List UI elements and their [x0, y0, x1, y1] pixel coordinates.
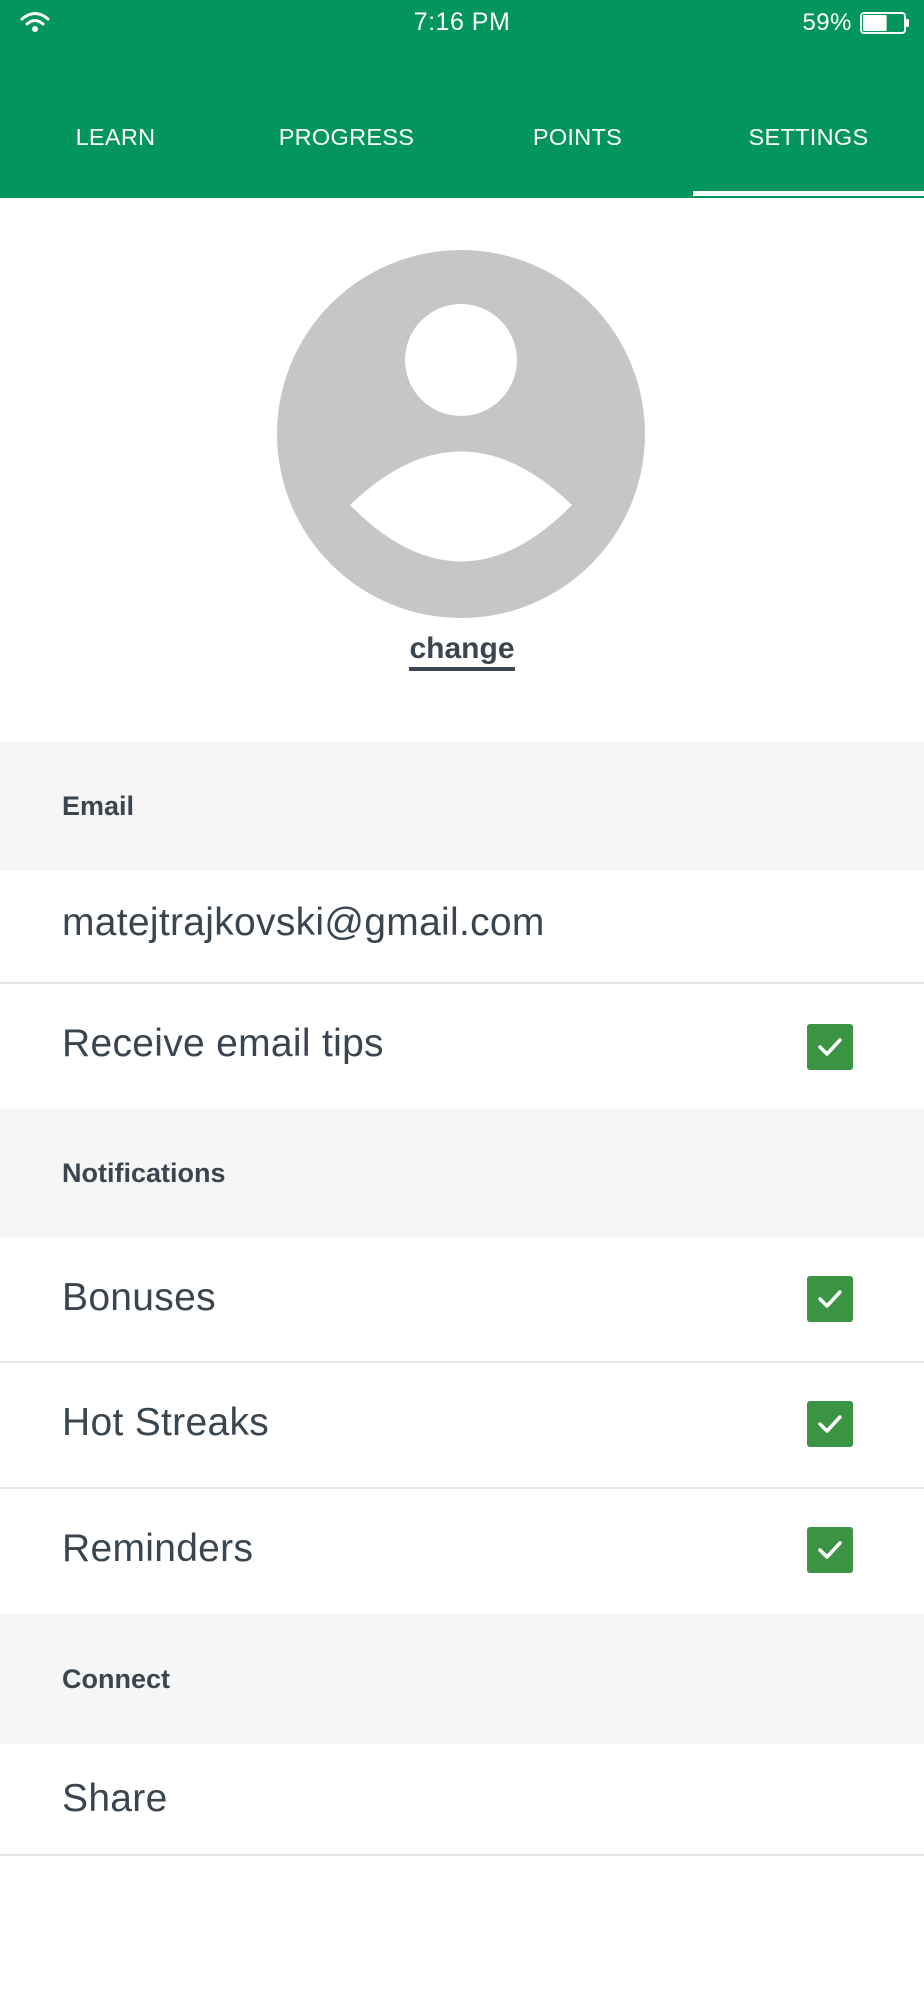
share-row[interactable]: Share	[0, 1744, 924, 1856]
tab-label: SETTINGS	[748, 124, 869, 150]
checkmark-icon	[818, 1290, 842, 1308]
tab-points[interactable]: POINTS	[462, 104, 693, 198]
tab-label: LEARN	[75, 124, 156, 150]
email-address: matejtrajkovski@gmail.com	[62, 901, 545, 944]
change-avatar-link[interactable]: change	[409, 632, 515, 671]
reminders-row[interactable]: Reminders	[0, 1489, 924, 1614]
receive-email-tips-row[interactable]: Receive email tips	[0, 984, 924, 1109]
checkmark-icon	[818, 1415, 842, 1433]
battery-percent: 59%	[802, 9, 852, 36]
hot-streaks-checkbox[interactable]	[807, 1401, 853, 1447]
app-header: 7:16 PM 59% LEARN PROGRESS POINTS SETTIN…	[0, 0, 924, 198]
section-header-email: Email	[0, 742, 924, 871]
section-title: Email	[62, 791, 135, 821]
section-header-notifications: Notifications	[0, 1109, 924, 1238]
checkmark-icon	[818, 1541, 842, 1559]
status-bar: 7:16 PM 59%	[0, 0, 924, 48]
bonuses-checkbox[interactable]	[807, 1276, 853, 1322]
status-time: 7:16 PM	[413, 8, 511, 36]
reminders-checkbox[interactable]	[807, 1527, 853, 1573]
setting-label: Reminders	[62, 1527, 254, 1570]
receive-email-tips-checkbox[interactable]	[807, 1024, 853, 1070]
setting-label: Hot Streaks	[62, 1401, 270, 1444]
setting-label: Share	[62, 1777, 168, 1820]
bonuses-row[interactable]: Bonuses	[0, 1238, 924, 1363]
tab-learn[interactable]: LEARN	[0, 104, 231, 198]
battery-icon	[860, 12, 909, 34]
section-header-connect: Connect	[0, 1614, 924, 1744]
setting-label: Bonuses	[62, 1276, 216, 1319]
profile-section: change	[0, 198, 924, 742]
section-title: Notifications	[62, 1158, 226, 1188]
tab-progress[interactable]: PROGRESS	[231, 104, 462, 198]
hot-streaks-row[interactable]: Hot Streaks	[0, 1363, 924, 1489]
battery-status: 59%	[802, 9, 910, 37]
tab-label: PROGRESS	[278, 124, 415, 150]
tab-bar: LEARN PROGRESS POINTS SETTINGS	[0, 104, 924, 198]
section-title: Connect	[62, 1664, 170, 1694]
tab-settings[interactable]: SETTINGS	[693, 104, 924, 198]
tab-label: POINTS	[532, 124, 623, 150]
checkmark-icon	[818, 1038, 842, 1056]
active-tab-indicator	[693, 191, 924, 196]
email-address-row[interactable]: matejtrajkovski@gmail.com	[0, 871, 924, 984]
setting-label: Receive email tips	[62, 1022, 384, 1065]
default-avatar-icon[interactable]	[277, 250, 645, 618]
